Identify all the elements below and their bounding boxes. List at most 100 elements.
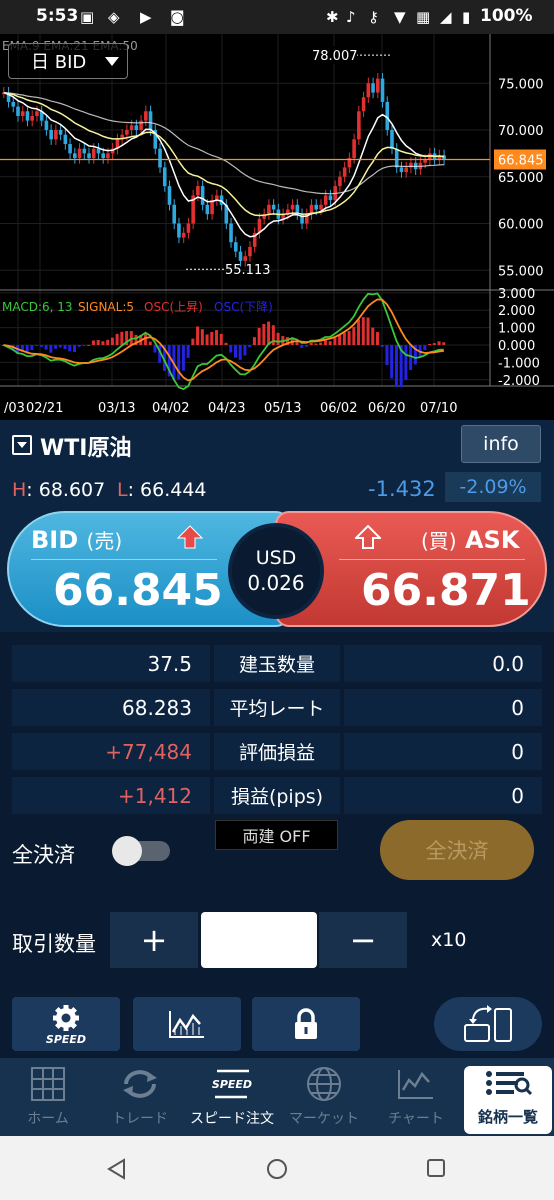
buy-unrealized-pl: 0 [344,733,542,770]
back-icon[interactable] [106,1158,128,1180]
settle-all-toggle[interactable] [112,836,170,866]
low-marker-label: 55.113 [225,263,271,278]
speed-settings-button[interactable]: SPEED [12,997,120,1051]
candle-body [158,148,162,168]
date-axis-label: 05/13 [264,401,301,416]
position-quantity-label: 建玉数量 [214,645,340,682]
rotate-screen-button[interactable] [434,997,542,1051]
osc-bar [82,345,86,346]
osc-bar [262,324,266,345]
recents-icon[interactable] [426,1158,446,1178]
ask-price: 66.871 [361,565,531,616]
tab-speed-order-label: スピード注文 [190,1111,274,1127]
osc-bar [87,344,91,346]
sell-position-quantity: 37.5 [12,645,210,682]
candle-body [148,111,153,130]
osc-bar [200,329,204,345]
high-label: H [12,479,27,501]
buy-position-quantity: 0.0 [344,645,542,682]
osc-bar [333,337,337,345]
period-select[interactable]: 日 BID [8,43,128,79]
candle-body [162,167,167,187]
low-number: : 66.444 [127,479,207,501]
wifi-icon: ▼ [394,8,406,26]
lock-button[interactable] [252,997,360,1051]
candle-body [20,111,25,116]
high-value: H: 68.607 [12,479,105,501]
list-icon [484,1070,533,1100]
ask-label-text: ASK [464,526,520,554]
macd-legend-osc-down: OSC(下降) [214,300,273,314]
candle-body [404,167,408,173]
candle-body [399,167,404,173]
candle-body [139,120,143,130]
arrow-up-icon [177,525,203,549]
rotate-screen-icon [464,1005,512,1042]
candle-body [290,204,295,210]
candle-body [25,111,30,121]
osc-bar [276,332,280,345]
quantity-input[interactable] [201,912,317,968]
globe-icon [306,1064,342,1104]
osc-bar [338,334,342,345]
osc-bar [77,345,81,347]
low-value: L: 66.444 [117,479,207,501]
osc-bar [257,327,261,345]
osc-bar [229,345,233,353]
osc-bar [309,342,313,345]
average-rate-label: 平均レート [214,689,340,726]
candle-body [380,78,385,102]
tab-chart[interactable]: チャート [370,1058,462,1136]
osc-bar [390,345,394,379]
price-chart[interactable]: 66.84578.00755.113EMA:9 EMA:21 EMA:5075.… [0,34,554,420]
candle-body [87,153,91,159]
tab-trade[interactable]: トレード [94,1058,186,1136]
tab-speed-order[interactable]: SPEED スピード注文 [186,1058,278,1136]
osc-bar [352,327,356,345]
candle-body [16,106,20,116]
symbol-name[interactable]: WTI原油 [40,430,131,462]
price-change-percent: -2.09% [445,472,541,502]
candle-body [271,204,276,210]
home-icon[interactable] [266,1158,288,1180]
quantity-multiplier: x10 [431,929,467,951]
tab-market[interactable]: マーケット [278,1058,370,1136]
tab-home[interactable]: ホーム [2,1058,94,1136]
osc-bar [243,345,247,356]
osc-bar [366,317,370,345]
quantity-minus-button[interactable]: − [319,912,407,968]
osc-bar [347,331,351,345]
settle-all-button[interactable]: 全決済 [380,820,534,880]
bluetooth-icon: ✱ [326,8,339,26]
osc-bar [375,332,379,345]
buy-average-rate: 0 [344,689,542,726]
osc-bar [44,345,48,350]
candle-body [243,256,248,261]
date-axis-label: 03/13 [98,401,135,416]
candle-body [106,153,110,159]
system-nav-bar [0,1136,554,1200]
candle-body [319,204,323,210]
bid-divider [31,559,217,560]
price-axis-label: 60.000 [498,218,544,233]
quantity-plus-button[interactable]: + [110,912,198,968]
tab-symbol-list[interactable]: 銘柄一覧 [464,1066,552,1134]
osc-bar [361,317,365,345]
osc-bar [248,345,252,348]
symbol-dropdown-icon[interactable] [12,435,32,455]
candle-body [181,232,186,238]
osc-bar [54,345,58,349]
osc-bar [110,337,114,345]
osc-bar [295,341,299,345]
trade-quantity-label: 取引数量 [12,932,96,956]
settle-all-label: 全決済 [12,843,75,867]
candle-body [423,159,427,163]
osc-bar [101,341,105,345]
hedge-status[interactable]: 両建 OFF [215,820,338,850]
macd-legend-signal: SIGNAL:5 [78,300,134,314]
chart-toggle-button[interactable] [133,997,241,1051]
image-icon: ▣ [80,8,95,26]
candle-body [44,120,49,130]
info-button[interactable]: info [461,425,541,463]
price-axis-label: 75.000 [498,77,544,92]
